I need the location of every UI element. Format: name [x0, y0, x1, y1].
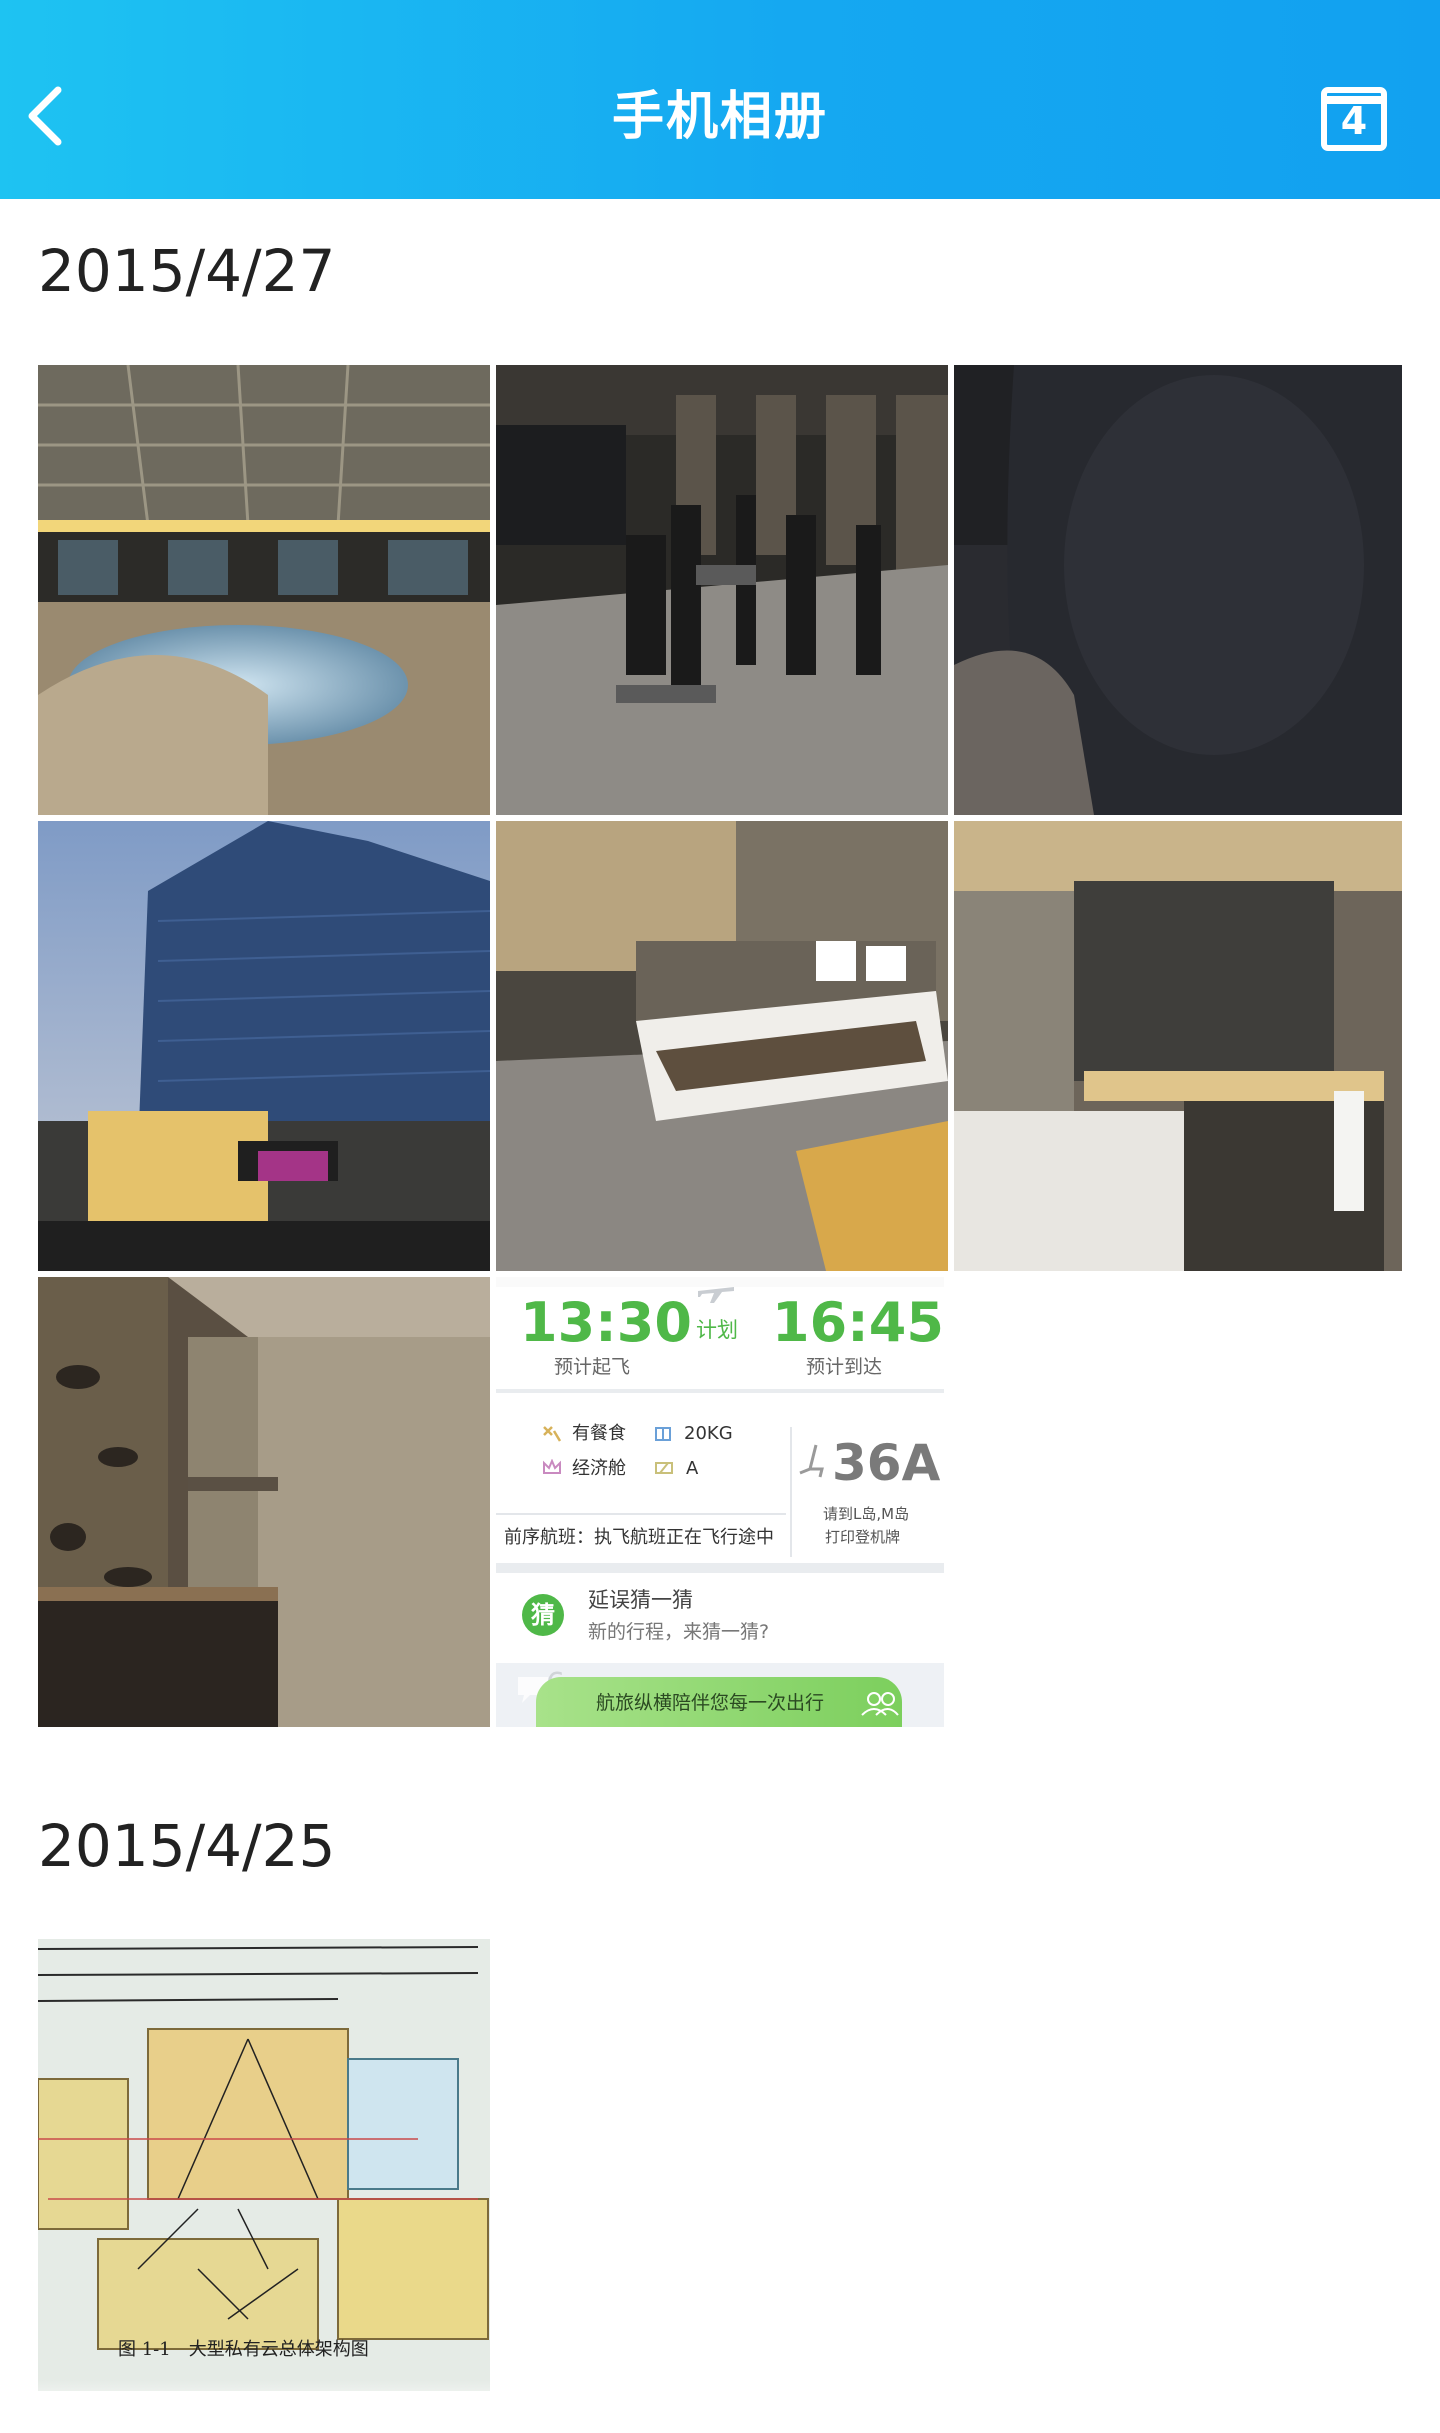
divider: [790, 1427, 792, 1557]
luggage-icon: [655, 1427, 671, 1441]
chevron-left-icon: [28, 86, 62, 146]
figure-caption: 图 1-1 大型私有云总体架构图: [118, 2339, 369, 2360]
calendar-button[interactable]: 4: [1320, 84, 1388, 152]
photo-thumbnail-corridor[interactable]: [38, 1277, 490, 1727]
delay-guess-subtitle: 新的行程，来猜一猜?: [588, 1621, 770, 1643]
flight-status: 计划: [696, 1318, 738, 1342]
arrive-label: 预计到达: [806, 1356, 883, 1378]
photo-thumbnail-bedroom[interactable]: [496, 821, 948, 1271]
arrive-time: 16:45: [772, 1291, 944, 1354]
photo-thumbnail-hotel-building[interactable]: [38, 821, 490, 1271]
photo-thumbnail-selfie[interactable]: [954, 365, 1402, 815]
app-banner: 6 航旅纵横陪伴您每一次出行: [496, 1663, 944, 1727]
meal-info: 有餐食: [572, 1423, 626, 1444]
photo-thumbnail-gym[interactable]: [496, 365, 948, 815]
seat-number: 36A: [832, 1434, 941, 1492]
date-header: 2015/4/27: [38, 237, 336, 305]
seat-icon: [799, 1444, 824, 1478]
airplane-icon: [698, 1287, 734, 1303]
back-button[interactable]: [22, 78, 72, 154]
calendar-day-number: 4: [1340, 99, 1368, 143]
guess-badge: 猜: [522, 1594, 564, 1636]
banner-text: 航旅纵横陪伴您每一次出行: [596, 1692, 825, 1714]
divider: [496, 1513, 786, 1515]
textbook-diagram-image: [38, 1939, 490, 2391]
depart-label: 预计起飞: [554, 1356, 631, 1378]
depart-time: 13:30: [520, 1291, 692, 1354]
cabin-info: 经济舱: [572, 1458, 626, 1479]
delay-guess-title: 延误猜一猜: [588, 1588, 693, 1612]
previous-flight-info: 前序航班：执飞航班正在飞行途中: [504, 1527, 774, 1548]
meal-icon: [543, 1426, 562, 1442]
date-header: 2015/4/25: [38, 1812, 336, 1880]
photo-thumbnail-bathroom[interactable]: [954, 821, 1402, 1271]
top-nav-bar: 手机相册 4: [0, 0, 1440, 199]
cabin-class: A: [686, 1458, 699, 1479]
bedroom-image: [496, 821, 948, 1271]
ticket-icon: [655, 1462, 673, 1474]
checkin-hint-line1: 请到L岛,M岛: [823, 1505, 910, 1523]
hotel-building-image: [38, 821, 490, 1271]
pool-image: [38, 365, 490, 815]
divider: [496, 1389, 944, 1393]
photo-thumbnail-flight-status[interactable]: 13:30 预计起飞 计划 16:45 预计到达 有餐食 20KG 经济舱 A …: [496, 1277, 944, 1727]
photo-thumbnail-textbook[interactable]: 图 1-1 大型私有云总体架构图: [38, 1939, 490, 2391]
corridor-image: [38, 1277, 490, 1727]
bottom-fade: [0, 2380, 1440, 2433]
users-icon: [861, 1692, 899, 1716]
baggage-info: 20KG: [684, 1423, 733, 1444]
gym-image: [496, 365, 948, 815]
page-title: 手机相册: [611, 87, 828, 147]
divider: [496, 1563, 944, 1573]
bathroom-image: [954, 821, 1402, 1271]
crown-icon: [543, 1459, 561, 1474]
selfie-image: [954, 365, 1402, 815]
photo-thumbnail-pool[interactable]: [38, 365, 490, 815]
checkin-hint-line2: 打印登机牌: [825, 1528, 901, 1546]
